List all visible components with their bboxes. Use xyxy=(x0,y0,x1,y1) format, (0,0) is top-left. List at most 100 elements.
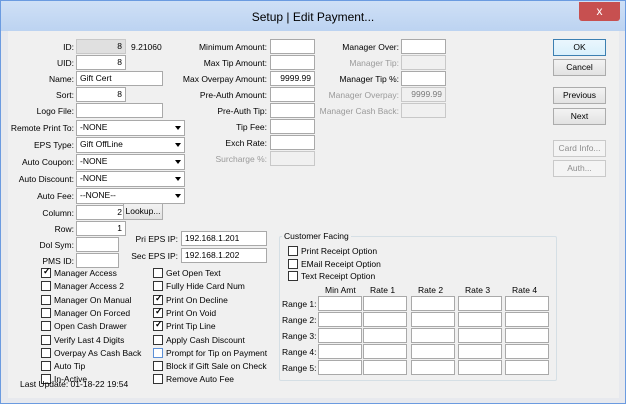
auto-fee-select[interactable]: --NONE-- xyxy=(76,188,185,204)
tip-fee-field[interactable] xyxy=(270,119,315,134)
range-4-col-0-field[interactable] xyxy=(318,344,362,359)
range-5-col-0-field[interactable] xyxy=(318,360,362,375)
manager-over-field[interactable] xyxy=(401,39,446,54)
auto-coupon-select[interactable]: -NONE xyxy=(76,154,185,170)
range-5-col-3-field[interactable] xyxy=(458,360,502,375)
range-5-col-2-field[interactable] xyxy=(411,360,455,375)
sort-label: Sort: xyxy=(56,90,74,100)
manager-tip-pct-field[interactable] xyxy=(401,71,446,86)
checkbox-box[interactable] xyxy=(288,246,298,256)
checkbox-box[interactable] xyxy=(153,268,163,278)
exch-rate-label: Exch Rate: xyxy=(225,138,267,148)
checkbox-box[interactable] xyxy=(41,294,51,305)
range-3-col-3-field[interactable] xyxy=(458,328,502,343)
checkbox-box[interactable] xyxy=(153,361,163,372)
dol-sym-field[interactable] xyxy=(76,237,119,252)
min-amount-label: Minimum Amount: xyxy=(198,42,267,52)
checkbox-box[interactable]: ✓ xyxy=(153,293,163,305)
card-info-button: Card Info... xyxy=(553,140,606,157)
eps-type-select[interactable]: Gift OffLine xyxy=(76,137,185,153)
preauth-amount-field[interactable] xyxy=(270,87,315,102)
range-2-col-3-field[interactable] xyxy=(458,312,502,327)
max-tip-field[interactable] xyxy=(270,55,315,70)
range-3-col-0-field[interactable] xyxy=(318,328,362,343)
row-field[interactable]: 1 xyxy=(76,221,126,236)
range-2-col-0-field[interactable] xyxy=(318,312,362,327)
max-overpay-label: Max Overpay Amount: xyxy=(182,74,267,84)
pms-id-field[interactable] xyxy=(76,253,119,268)
cancel-button[interactable]: Cancel xyxy=(553,59,606,76)
title-bar: Setup | Edit Payment... x xyxy=(1,1,625,31)
option-mid-7-label: Block if Gift Sale on Check xyxy=(166,361,267,372)
checkbox-box[interactable] xyxy=(41,361,51,372)
eps-type-value: Gift OffLine xyxy=(80,139,123,149)
checkbox-box[interactable] xyxy=(41,307,51,318)
checkbox-box[interactable] xyxy=(41,321,51,332)
chevron-down-icon xyxy=(175,160,181,164)
range-4-col-3-field[interactable] xyxy=(458,344,502,359)
range-1-col-1-field[interactable] xyxy=(363,296,407,311)
checkbox-box[interactable]: ✓ xyxy=(153,319,163,332)
checkbox-box[interactable]: ✓ xyxy=(41,266,51,278)
range-3-col-2-field[interactable] xyxy=(411,328,455,343)
uid-label: UID: xyxy=(57,58,74,68)
max-tip-label: Max Tip Amount: xyxy=(203,58,267,68)
checkbox-box[interactable] xyxy=(41,347,51,358)
range-2-col-2-field[interactable] xyxy=(411,312,455,327)
surcharge-label: Surcharge %: xyxy=(215,154,268,164)
checkbox-box[interactable]: ✓ xyxy=(153,305,163,318)
range-label-0: Range 1: xyxy=(282,299,317,309)
column-field[interactable]: 2 xyxy=(76,205,126,220)
surcharge-field xyxy=(270,151,315,166)
option-left-4-label: Open Cash Drawer xyxy=(54,321,127,332)
uid-field[interactable]: 8 xyxy=(76,55,126,70)
lookup-button[interactable]: Lookup... xyxy=(123,203,163,220)
checkbox-box[interactable] xyxy=(153,281,163,292)
checkbox-box[interactable] xyxy=(41,281,51,292)
checkbox-box[interactable] xyxy=(153,374,163,385)
ok-button[interactable]: OK xyxy=(553,39,606,56)
range-4-col-2-field[interactable] xyxy=(411,344,455,359)
checkbox-box[interactable] xyxy=(288,271,298,281)
checkmark-icon: ✓ xyxy=(155,305,163,316)
range-4-col-1-field[interactable] xyxy=(363,344,407,359)
auto-discount-select[interactable]: -NONE xyxy=(76,171,185,187)
sort-field[interactable]: 8 xyxy=(76,87,126,102)
option-left-6-label: Overpay As Cash Back xyxy=(54,347,142,358)
preauth-tip-label: Pre-Auth Tip: xyxy=(217,106,267,116)
range-5-col-4-field[interactable] xyxy=(505,360,549,375)
range-2-col-4-field[interactable] xyxy=(505,312,549,327)
range-4-col-4-field[interactable] xyxy=(505,344,549,359)
remote-print-select[interactable]: -NONE xyxy=(76,120,185,136)
range-1-col-0-field[interactable] xyxy=(318,296,362,311)
range-1-col-4-field[interactable] xyxy=(505,296,549,311)
customer-option-2-label: Text Receipt Option xyxy=(301,271,376,281)
range-5-col-1-field[interactable] xyxy=(363,360,407,375)
range-3-col-4-field[interactable] xyxy=(505,328,549,343)
max-overpay-field[interactable]: 9999.99 xyxy=(270,71,315,86)
name-field[interactable]: Gift Cert xyxy=(76,71,163,86)
preauth-tip-field[interactable] xyxy=(270,103,315,118)
range-2-col-1-field[interactable] xyxy=(363,312,407,327)
range-label-3: Range 4: xyxy=(282,347,317,357)
customer-option-1-label: EMail Receipt Option xyxy=(301,258,381,269)
range-3-col-1-field[interactable] xyxy=(363,328,407,343)
chevron-down-icon xyxy=(175,194,181,198)
min-amount-field[interactable] xyxy=(270,39,315,54)
checkbox-box[interactable] xyxy=(41,334,51,345)
pri-eps-ip-field[interactable]: 192.168.1.201 xyxy=(181,231,267,246)
window-title: Setup | Edit Payment... xyxy=(251,10,375,24)
checkbox-box[interactable] xyxy=(153,334,163,345)
checkbox-box[interactable] xyxy=(153,347,163,358)
checkbox-box[interactable] xyxy=(288,258,298,269)
option-left-7-label: Auto Tip xyxy=(54,361,86,372)
next-button[interactable]: Next xyxy=(553,108,606,125)
rate-header-1: Rate 1 xyxy=(370,285,396,295)
exch-rate-field[interactable] xyxy=(270,135,315,150)
range-1-col-3-field[interactable] xyxy=(458,296,502,311)
previous-button[interactable]: Previous xyxy=(553,87,606,104)
sec-eps-ip-field[interactable]: 192.168.1.202 xyxy=(181,248,267,263)
logo-field[interactable] xyxy=(76,103,163,118)
close-button[interactable]: x xyxy=(579,2,620,21)
range-1-col-2-field[interactable] xyxy=(411,296,455,311)
